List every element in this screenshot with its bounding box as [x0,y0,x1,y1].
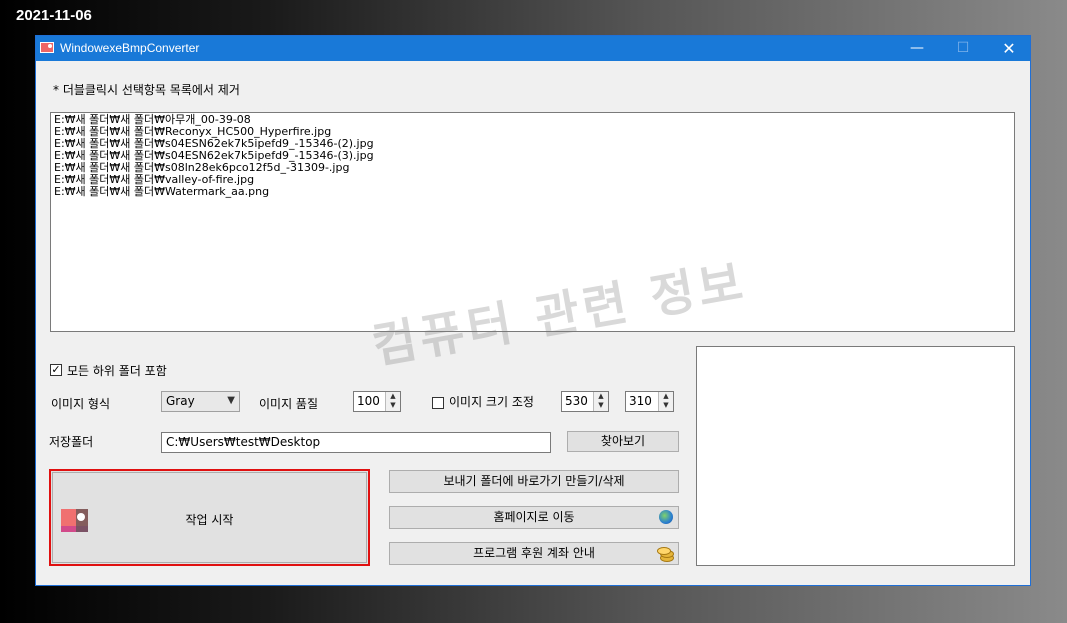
close-button[interactable]: ✕ [986,36,1032,61]
coins-icon [657,547,674,562]
image-preview-panel [696,346,1015,566]
resize-label: 이미지 크기 조정 [449,395,534,409]
include-subfolders-label: 모든 하위 폴더 포함 [67,364,167,378]
resize-height-value: 310 [629,394,652,408]
date-stamp: 2021-11-06 [16,7,92,24]
globe-icon [659,510,673,524]
image-format-label: 이미지 형식 [51,397,111,411]
resize-width-value: 530 [565,394,588,408]
image-format-value: Gray [166,394,195,408]
app-window: WindowexeBmpConverter — ☐ ✕ * 더블클릭시 선택항목… [35,35,1031,586]
maximize-button[interactable]: ☐ [940,36,986,61]
donate-button-label: 프로그램 후원 계좌 안내 [473,546,595,560]
window-title: WindowexeBmpConverter [60,41,200,55]
stepper-arrows-icon[interactable]: ▲ ▼ [385,392,400,411]
title-bar[interactable]: WindowexeBmpConverter — ☐ ✕ [36,36,1030,61]
include-subfolders-checkbox[interactable]: ✓ [50,364,62,376]
chevron-down-icon: ▼ [227,395,235,406]
app-image-icon [40,42,54,53]
start-button-label: 작업 시작 [185,513,234,527]
image-quality-value: 100 [357,394,380,408]
image-quality-label: 이미지 품질 [259,397,319,411]
list-item[interactable]: E:₩새 폴더₩새 폴더₩Watermark_aa.png [54,186,1011,198]
start-button[interactable]: 작업 시작 [49,469,370,566]
image-format-select[interactable]: Gray ▼ [161,391,240,412]
stepper-arrows-icon[interactable]: ▲ ▼ [593,392,608,411]
shortcut-button-label: 보내기 폴더에 바로가기 만들기/삭제 [443,474,625,488]
minimize-button[interactable]: — [894,36,940,61]
stepper-arrows-icon[interactable]: ▲ ▼ [658,392,673,411]
browse-button[interactable]: 찾아보기 [567,431,679,452]
resize-checkbox[interactable] [432,397,444,409]
image-quality-stepper[interactable]: 100 ▲ ▼ [353,391,401,412]
resize-width-stepper[interactable]: 530 ▲ ▼ [561,391,609,412]
homepage-button[interactable]: 홈페이지로 이동 [389,506,679,529]
remove-hint-label: * 더블클릭시 선택항목 목록에서 제거 [53,83,240,97]
donate-button[interactable]: 프로그램 후원 계좌 안내 [389,542,679,565]
homepage-button-label: 홈페이지로 이동 [493,510,575,524]
save-folder-input[interactable]: C:₩Users₩test₩Desktop [161,432,551,453]
save-folder-label: 저장폴더 [49,435,94,449]
resize-height-stepper[interactable]: 310 ▲ ▼ [625,391,674,412]
shortcut-button[interactable]: 보내기 폴더에 바로가기 만들기/삭제 [389,470,679,493]
